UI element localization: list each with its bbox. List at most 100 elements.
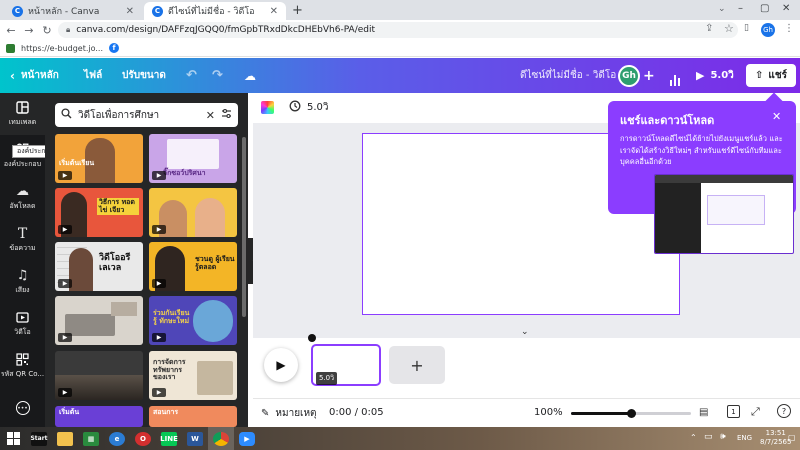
- fullscreen-icon[interactable]: ⤢: [751, 405, 760, 419]
- back-icon[interactable]: ←: [2, 21, 20, 39]
- rail-item-apps[interactable]: •••: [0, 387, 45, 429]
- rail-label: อัพโหลด: [9, 201, 36, 210]
- windows-start-icon[interactable]: [0, 427, 26, 450]
- forward-icon[interactable]: →: [20, 21, 38, 39]
- zoom-slider[interactable]: [571, 409, 691, 418]
- template-thumbnail[interactable]: ▶: [55, 296, 143, 345]
- share-button[interactable]: ⇧ แชร์: [746, 64, 796, 87]
- panel-scrollbar[interactable]: [242, 137, 246, 317]
- template-thumbnail[interactable]: ชวนดู ผู้เรียนรู้ตลอด ▶: [149, 242, 237, 291]
- close-icon[interactable]: ✕: [126, 6, 134, 17]
- search-input[interactable]: วิดีโอเพื่อการศึกษา: [78, 108, 200, 123]
- template-thumbnail[interactable]: สอนการ: [149, 406, 237, 427]
- template-thumbnail[interactable]: ▶: [149, 188, 237, 237]
- new-tab-button[interactable]: +: [292, 3, 303, 18]
- zoom-percent[interactable]: 100%: [534, 407, 563, 418]
- template-thumbnail[interactable]: ร่วมกันเรียนรู้ ทักษะใหม่ ▶: [149, 296, 237, 345]
- store-icon[interactable]: ▦: [78, 427, 104, 450]
- zoom-slider-thumb[interactable]: [627, 409, 636, 418]
- help-icon[interactable]: ?: [777, 404, 791, 418]
- bookmark-star-icon[interactable]: ☆: [724, 22, 734, 35]
- close-icon[interactable]: ✕: [772, 110, 781, 123]
- search-box[interactable]: วิดีโอเพื่อการศึกษา ✕: [55, 103, 238, 127]
- cloud-save-icon[interactable]: ☁: [244, 58, 256, 93]
- rail-item-videos[interactable]: วิดีโอ: [0, 303, 45, 345]
- text-icon: T: [17, 225, 28, 242]
- profile-avatar[interactable]: Gh: [761, 23, 775, 37]
- start-tile-icon[interactable]: Start: [26, 427, 52, 450]
- chrome-icon[interactable]: [208, 427, 234, 450]
- rail-item-text[interactable]: T ข้อความ: [0, 219, 45, 261]
- template-thumbnail[interactable]: วิดีโออรี เลเวล ▶: [55, 242, 143, 291]
- canva-favicon-icon: C: [12, 5, 23, 17]
- filter-sliders-icon[interactable]: [221, 108, 232, 122]
- bookmark-item[interactable]: https://e-budget.jo...: [21, 44, 103, 53]
- grid-view-icon[interactable]: ▤: [699, 407, 708, 418]
- page-count-button[interactable]: 1: [727, 405, 740, 418]
- play-button[interactable]: ▶: [264, 348, 298, 382]
- side-panel-icon[interactable]: ▯: [744, 23, 749, 33]
- facebook-icon[interactable]: f: [109, 43, 119, 53]
- play-icon: ▶: [58, 333, 72, 342]
- template-thumbnail[interactable]: ▶: [55, 351, 143, 400]
- side-panel: วิดีโอเพื่อการศึกษา ✕ เริ่มต้นเรียน ▶ จิ…: [45, 93, 248, 427]
- close-icon[interactable]: ✕: [270, 6, 278, 17]
- back-home-button[interactable]: ‹ หน้าหลัก: [10, 58, 59, 93]
- timeline-clip[interactable]: 5.0วิ: [311, 344, 381, 386]
- color-picker-icon[interactable]: [261, 101, 274, 114]
- collaborator-avatar[interactable]: Gh: [618, 65, 640, 87]
- music-icon: ♫: [16, 268, 29, 283]
- playhead-marker[interactable]: [308, 334, 316, 342]
- insights-chart-icon[interactable]: [664, 66, 686, 86]
- resize-menu[interactable]: ปรับขนาด: [122, 58, 166, 93]
- line-icon[interactable]: LINE: [156, 427, 182, 450]
- tab-search-icon[interactable]: ⌄: [718, 4, 726, 14]
- duration-control[interactable]: 5.0วิ: [289, 100, 329, 115]
- word-icon[interactable]: W: [182, 427, 208, 450]
- template-icon: [16, 101, 30, 115]
- popover-preview-image: [654, 174, 794, 254]
- volume-icon[interactable]: 🕪︎: [720, 432, 726, 442]
- editor-bottom-bar: ✎ หมายเหตุ 0:00 / 0:05 100% ▤ 1 ⤢ ?: [253, 398, 800, 427]
- undo-icon[interactable]: ↶: [186, 58, 197, 93]
- play-icon: ▶: [58, 225, 72, 234]
- template-thumbnail[interactable]: วิธีการ ทอดไข่ เจียว ▶: [55, 188, 143, 237]
- window-close-icon[interactable]: ✕: [782, 3, 790, 14]
- redo-icon[interactable]: ↷: [212, 58, 223, 93]
- tray-up-icon[interactable]: ⌃: [690, 433, 697, 442]
- thumbnail-text: เริ่มต้นเรียน: [59, 159, 95, 167]
- language-indicator[interactable]: ENG: [737, 434, 752, 442]
- rail-item-templates[interactable]: เทมเพลต: [0, 93, 45, 135]
- menu-kebab-icon[interactable]: ⋮: [784, 23, 794, 34]
- rail-item-qr[interactable]: รหัส QR Co...: [0, 345, 45, 387]
- clear-search-icon[interactable]: ✕: [206, 109, 215, 122]
- notifications-icon[interactable]: ▢: [788, 433, 796, 442]
- add-collaborator-icon[interactable]: +: [643, 58, 655, 93]
- share-page-icon[interactable]: ⇪: [705, 23, 713, 34]
- add-page-button[interactable]: +: [389, 346, 445, 384]
- template-thumbnail[interactable]: การจัดการ ทรัพยากร ของเรา ▶: [149, 351, 237, 400]
- browser-tab-design[interactable]: C ดีไซน์ที่ไม่มีชื่อ - วิดีโอ ✕: [144, 2, 286, 20]
- reload-icon[interactable]: ↻: [38, 21, 56, 39]
- notes-button[interactable]: ✎ หมายเหตุ: [261, 406, 317, 421]
- design-title[interactable]: ดีไซน์ที่ไม่มีชื่อ - วิดีโอ: [520, 58, 616, 93]
- present-duration: 5.0วิ: [710, 70, 734, 81]
- opera-icon[interactable]: O: [130, 427, 156, 450]
- address-bar[interactable]: 🔒︎ canva.com/design/DAFFzqJGQQ0/fmGpbTRx…: [58, 22, 738, 38]
- template-thumbnail[interactable]: เริ่มต้นเรียน ▶: [55, 134, 143, 183]
- network-icon[interactable]: ▭: [704, 432, 713, 442]
- minimize-icon[interactable]: –: [738, 3, 743, 14]
- file-menu[interactable]: ไฟล์: [84, 58, 102, 93]
- maximize-icon[interactable]: ▢: [760, 3, 769, 14]
- collapse-timeline-icon[interactable]: ⌄: [521, 327, 529, 337]
- template-thumbnail[interactable]: เริ่มต้น: [55, 406, 143, 427]
- zoom-meeting-icon[interactable]: ▶: [234, 427, 260, 450]
- browser-tab-home[interactable]: C หน้าหลัก - Canva ✕: [4, 2, 142, 20]
- rail-item-uploads[interactable]: ☁ อัพโหลด: [0, 177, 45, 219]
- clock-area[interactable]: 13:51 8/7/2565: [760, 429, 791, 448]
- edge-icon[interactable]: e: [104, 427, 130, 450]
- present-button[interactable]: ▶ 5.0วิ: [696, 58, 734, 93]
- file-explorer-icon[interactable]: [52, 427, 78, 450]
- rail-item-audio[interactable]: ♫ เสียง: [0, 261, 45, 303]
- template-thumbnail[interactable]: จิ๊กซอว์ปริศนา ▶: [149, 134, 237, 183]
